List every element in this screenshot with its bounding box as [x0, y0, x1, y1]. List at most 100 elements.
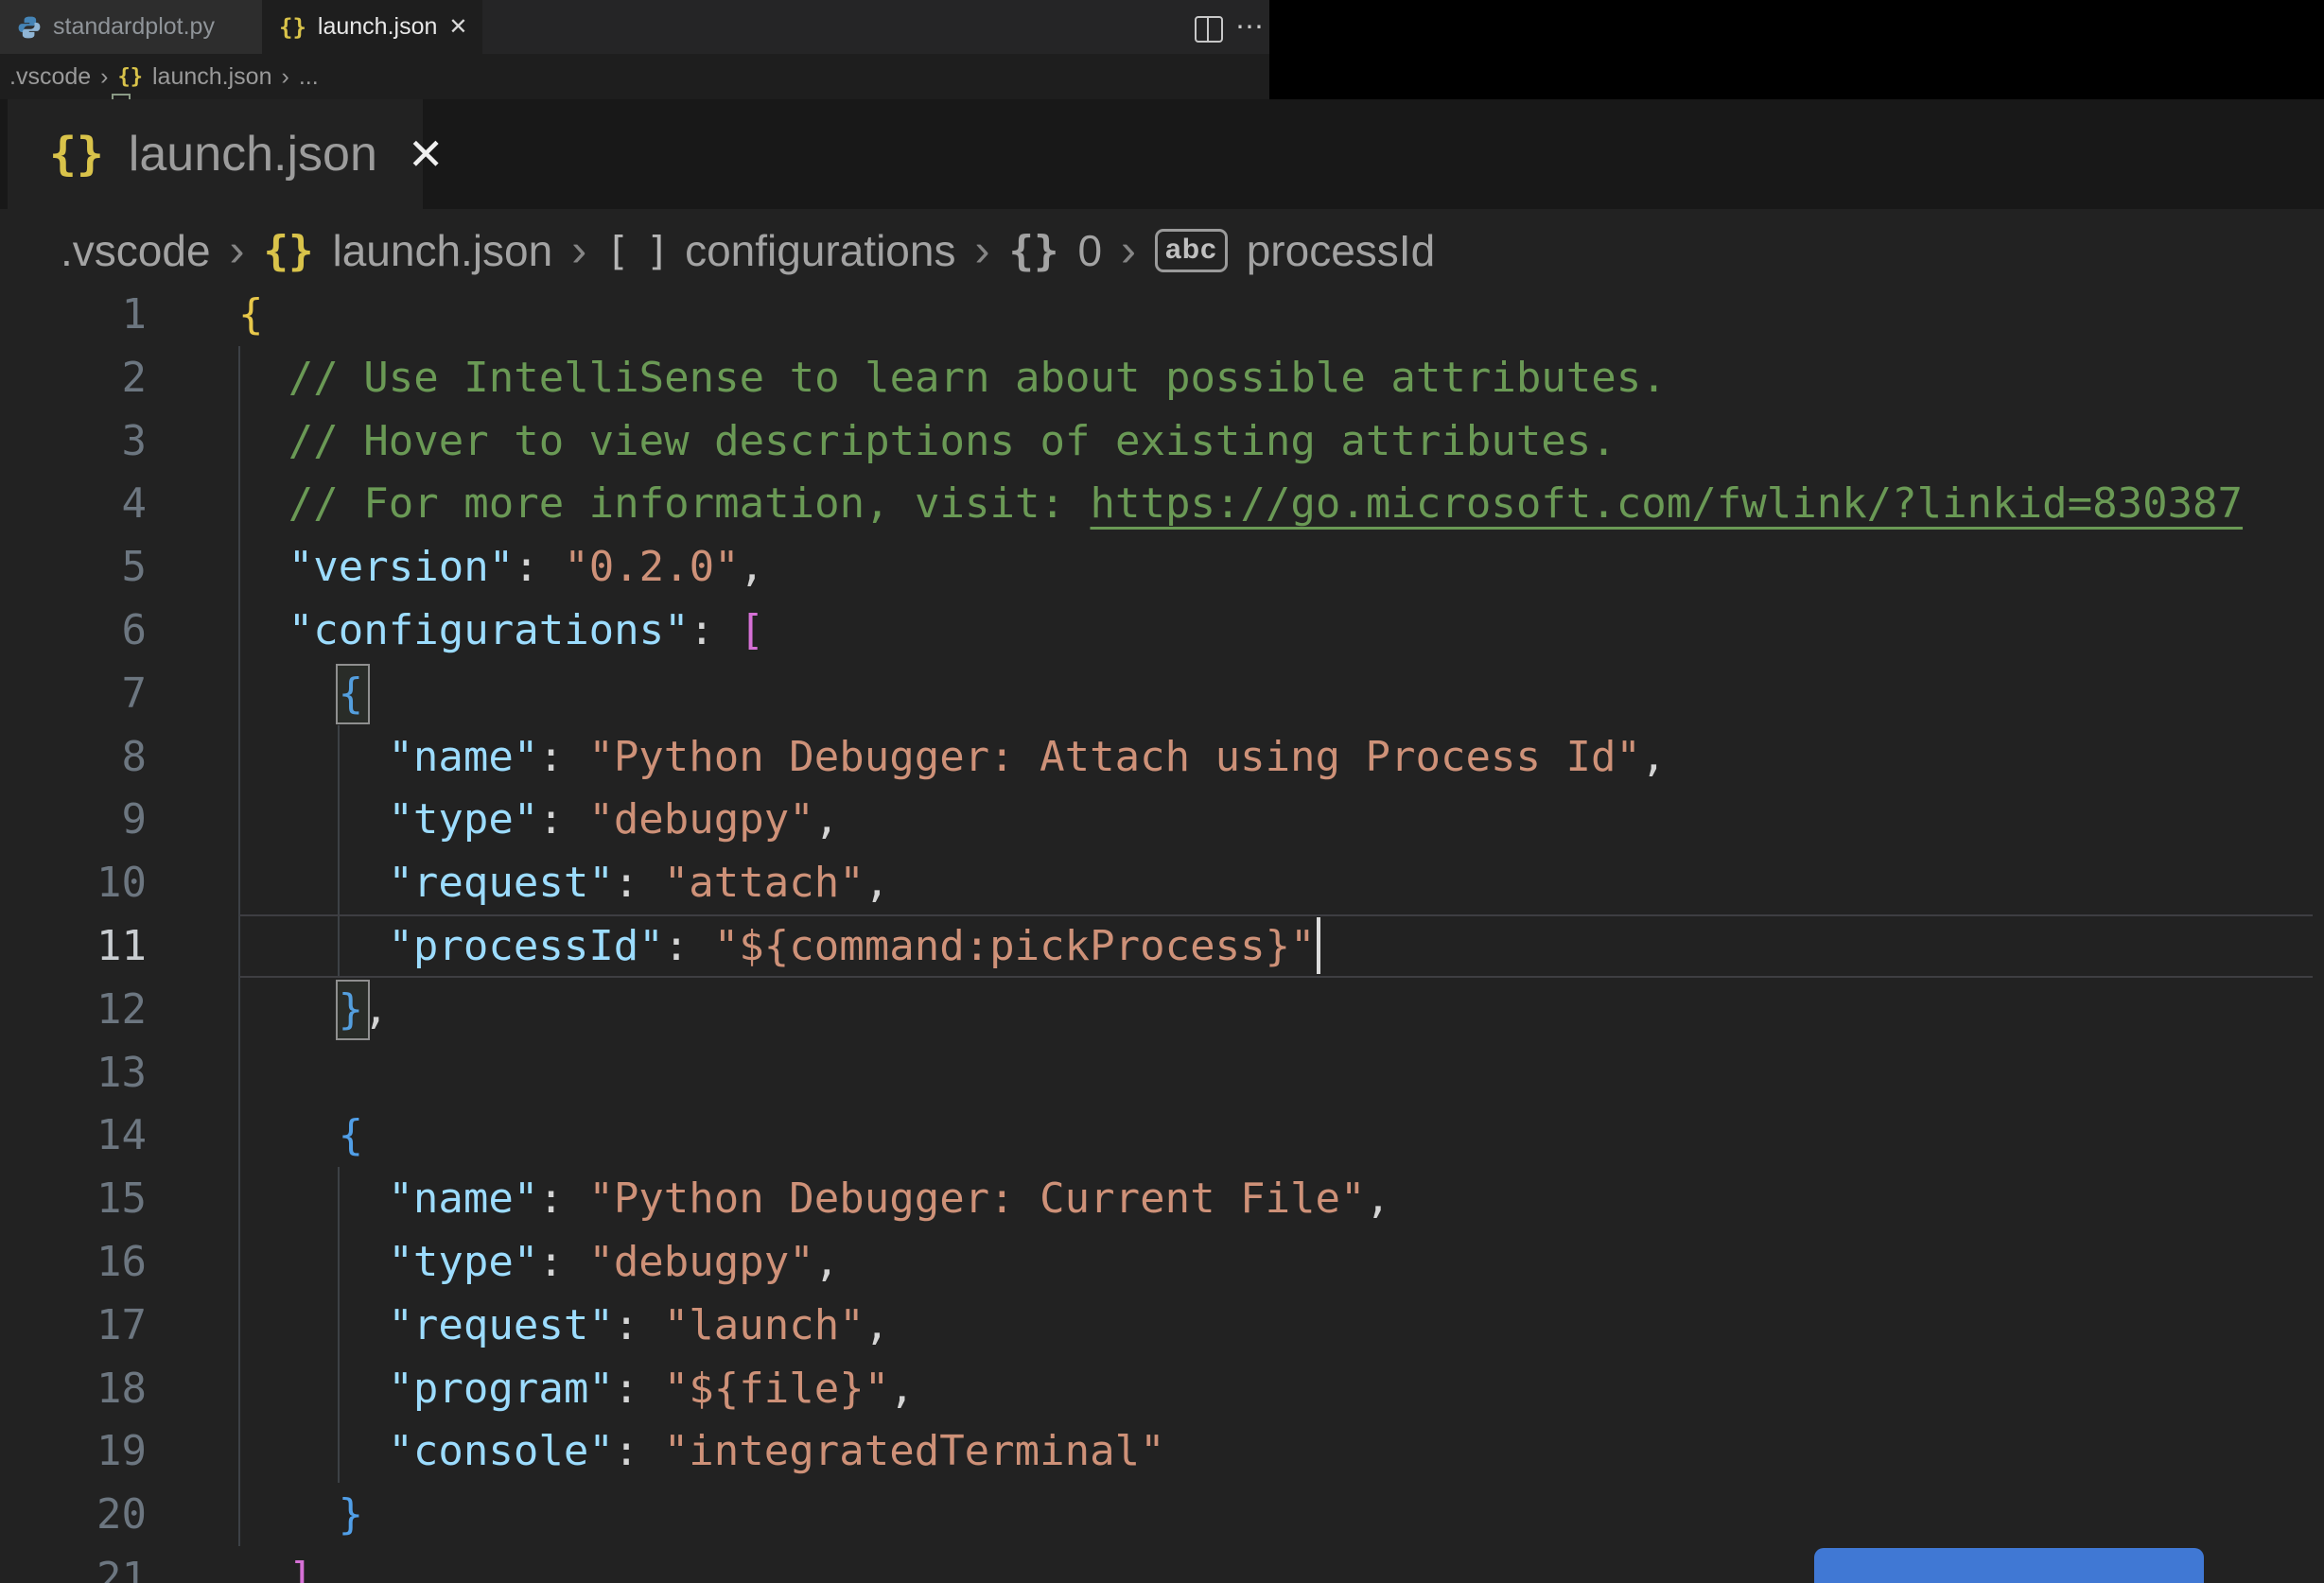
- code-line[interactable]: 3 // Hover to view descriptions of existi…: [0, 409, 2324, 473]
- code-token: // For more information, visit:: [288, 479, 1091, 529]
- line-number[interactable]: 5: [0, 535, 148, 599]
- line-number[interactable]: 19: [0, 1419, 147, 1483]
- code-line[interactable]: 18 "program": "${file}",: [0, 1357, 2324, 1420]
- code-token: // Hover to view descriptions of existin…: [288, 416, 1616, 465]
- code-token: "attach": [663, 859, 865, 908]
- line-number[interactable]: 8: [0, 725, 148, 789]
- python-icon: [17, 15, 42, 40]
- line-number[interactable]: 20: [0, 1483, 147, 1546]
- vscode-window: standardplot.py {} launch.json ✕ ⋯ .vsco…: [0, 0, 2324, 1583]
- code-text: // Hover to view descriptions of existin…: [288, 409, 1616, 473]
- code-line[interactable]: 1{: [0, 283, 2324, 346]
- breadcrumb-item-launch-json[interactable]: launch.json: [152, 63, 271, 91]
- split-editor-icon[interactable]: [1195, 16, 1223, 43]
- code-token: :: [613, 1427, 664, 1476]
- code-token: "console": [388, 1427, 614, 1476]
- code-token: :: [613, 1364, 664, 1413]
- text-cursor: [1317, 917, 1320, 974]
- code-token: "program": [388, 1364, 614, 1413]
- code-token: :: [514, 543, 565, 592]
- code-token: ,: [1365, 1174, 1391, 1224]
- code-text: "request": "launch",: [388, 1294, 889, 1357]
- json-braces-icon: {}: [117, 64, 144, 89]
- code-line[interactable]: 4 // For more information, visit: https:/…: [0, 472, 2324, 535]
- code-token: "name": [388, 732, 539, 781]
- code-token: // Use IntelliSense to learn about possi…: [288, 353, 1667, 402]
- line-number[interactable]: 18: [0, 1357, 147, 1420]
- code-token: ,: [739, 543, 765, 592]
- code-line[interactable]: 17 "request": "launch",: [0, 1294, 2324, 1357]
- tab-standardplot-py[interactable]: standardplot.py: [0, 0, 262, 54]
- code-line[interactable]: 16 "type": "debugpy",: [0, 1230, 2324, 1294]
- code-text: "name": "Python Debugger: Attach using P…: [388, 725, 1666, 789]
- code-token: ,: [1640, 732, 1667, 781]
- code-token: "launch": [663, 1300, 865, 1349]
- code-token: :: [538, 1238, 589, 1286]
- code-token: ,: [864, 1300, 890, 1349]
- code-token: {: [338, 1111, 364, 1160]
- code-token: "Python Debugger: Current File": [588, 1174, 1366, 1224]
- code-area[interactable]: 1{2// Use IntelliSense to learn about po…: [0, 99, 2324, 1583]
- tab-launch-json[interactable]: {} launch.json ✕: [262, 0, 482, 54]
- code-token: [: [739, 606, 765, 654]
- code-text: "configurations": [: [288, 599, 764, 662]
- breadcrumb-item-vscode[interactable]: .vscode: [9, 63, 91, 91]
- code-line[interactable]: 19 "console": "integratedTerminal": [0, 1419, 2324, 1483]
- more-actions-icon[interactable]: ⋯: [1235, 10, 1264, 43]
- code-line[interactable]: 15 "name": "Python Debugger: Current File…: [0, 1167, 2324, 1230]
- code-text: "program": "${file}",: [388, 1357, 914, 1420]
- line-number[interactable]: 3: [0, 409, 148, 473]
- line-number[interactable]: 21: [0, 1546, 147, 1583]
- line-number[interactable]: 14: [0, 1104, 147, 1167]
- code-line[interactable]: 8 "name": "Python Debugger: Attach using …: [0, 725, 2324, 789]
- close-icon[interactable]: ✕: [448, 15, 467, 39]
- code-token: :: [613, 1300, 664, 1349]
- line-number[interactable]: 1: [0, 283, 148, 346]
- line-number[interactable]: 12: [0, 978, 147, 1041]
- code-line[interactable]: 6 "configurations": [: [0, 599, 2324, 662]
- code-token: "name": [388, 1174, 539, 1224]
- line-number[interactable]: 15: [0, 1167, 147, 1230]
- line-number[interactable]: 10: [0, 851, 147, 914]
- code-line[interactable]: 5 "version": "0.2.0",: [0, 535, 2324, 599]
- code-token: "type": [388, 1238, 539, 1286]
- line-number[interactable]: 11: [0, 914, 147, 978]
- code-token: :: [689, 606, 740, 654]
- code-text: "type": "debugpy",: [388, 788, 839, 851]
- tab-bar: standardplot.py {} launch.json ✕ ⋯: [0, 0, 1269, 54]
- code-line[interactable]: 13: [0, 1041, 2324, 1105]
- breadcrumb-item-more[interactable]: ...: [299, 63, 319, 91]
- code-token: :: [538, 732, 589, 781]
- code-line[interactable]: 9 "type": "debugpy",: [0, 788, 2324, 851]
- line-number[interactable]: 13: [0, 1041, 147, 1105]
- line-number[interactable]: 2: [0, 346, 148, 409]
- editor-zoomed-view: {} launch.json ✕ .vscode › {} launch.jso…: [0, 99, 2324, 1583]
- code-token: "0.2.0": [564, 543, 740, 592]
- code-line[interactable]: 20}: [0, 1483, 2324, 1546]
- code-token: "request": [388, 1300, 614, 1349]
- code-text: "console": "integratedTerminal": [388, 1419, 1164, 1483]
- line-number[interactable]: 4: [0, 472, 148, 535]
- line-number[interactable]: 6: [0, 599, 148, 662]
- code-token: :: [538, 1174, 589, 1224]
- code-line[interactable]: 14 {: [0, 1104, 2324, 1167]
- code-link[interactable]: https://go.microsoft.com/fwlink/?linkid=…: [1090, 479, 2243, 528]
- chevron-right-icon: ›: [281, 62, 289, 90]
- code-token: "version": [288, 543, 515, 592]
- line-number[interactable]: 16: [0, 1230, 147, 1294]
- add-configuration-button[interactable]: [1814, 1548, 2204, 1583]
- code-token: "debugpy": [588, 1238, 814, 1286]
- code-token: }: [338, 1490, 364, 1540]
- code-line[interactable]: 2 // Use IntelliSense to learn about poss…: [0, 346, 2324, 409]
- current-line-highlight: [239, 914, 2313, 978]
- code-text: "type": "debugpy",: [388, 1230, 839, 1294]
- json-braces-icon: {}: [279, 13, 306, 41]
- tab-label: standardplot.py: [53, 13, 215, 40]
- code-line[interactable]: 10 "request": "attach",: [0, 851, 2324, 914]
- code-text: {: [339, 1104, 364, 1167]
- line-number[interactable]: 7: [0, 662, 148, 725]
- code-token: ]: [288, 1554, 314, 1583]
- line-number[interactable]: 9: [0, 788, 148, 851]
- code-token: "request": [388, 859, 614, 908]
- line-number[interactable]: 17: [0, 1294, 147, 1357]
